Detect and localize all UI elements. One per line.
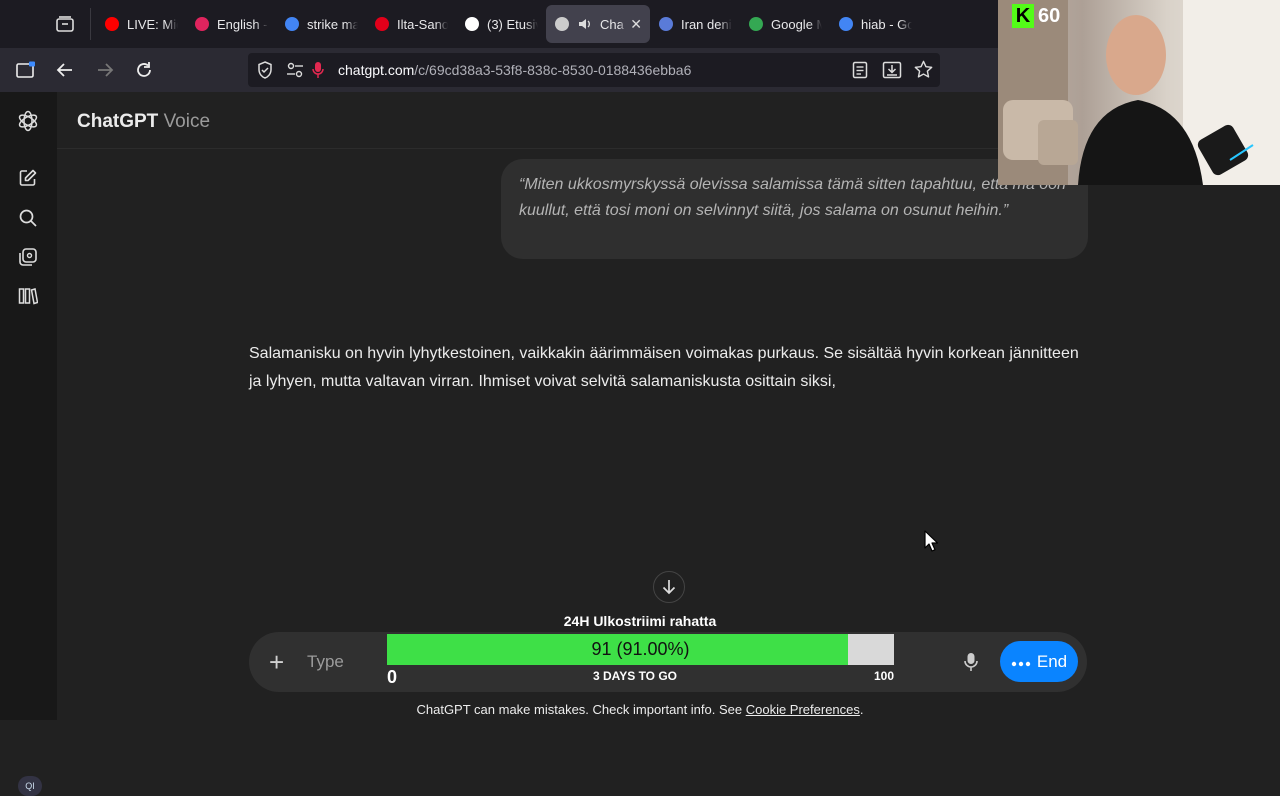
browser-nav-bar: chatgpt.com/c/69cd38a3-53f8-838c-8530-01… [0, 48, 1000, 92]
tab-8[interactable]: hiab - Go [830, 5, 920, 43]
google-icon [284, 16, 300, 32]
page-title[interactable]: ChatGPT Voice [77, 111, 210, 133]
assistant-message: Salamanisku on hyvin lyhytkestoinen, vai… [249, 345, 1079, 390]
library-books-icon[interactable] [16, 284, 40, 308]
tab-2[interactable]: strike ma [276, 5, 366, 43]
user-avatar[interactable]: QI [18, 776, 42, 796]
save-page-icon[interactable] [882, 61, 902, 84]
goal-max: 100 [873, 669, 894, 683]
openai-logo-icon[interactable] [16, 109, 40, 133]
google-icon [838, 16, 854, 32]
maps-pin-icon [748, 16, 764, 32]
kick-viewers: K 60 [1012, 4, 1060, 28]
tab-7[interactable]: Google M [740, 5, 830, 43]
app-sidebar: QI [0, 92, 57, 796]
cookie-preferences-link[interactable]: Cookie Preferences [746, 702, 860, 717]
sidebar-toggle-icon[interactable] [14, 58, 38, 82]
scroll-down-button[interactable] [653, 571, 685, 603]
tab-title: hiab - Go [861, 16, 912, 32]
app-mode: Voice [163, 111, 211, 132]
footer-text: ChatGPT can make mistakes. Check importa… [416, 702, 746, 717]
tab-title: Ilta-Sano [397, 16, 448, 32]
tab-3[interactable]: Ilta-Sano [366, 5, 456, 43]
tab-manager-icon[interactable] [52, 13, 78, 35]
shield-icon[interactable] [257, 61, 273, 84]
search-icon[interactable] [16, 206, 40, 230]
forward-button[interactable] [93, 58, 117, 82]
tab-title: Google M [771, 16, 822, 32]
url-path: /c/69cd38a3-53f8-838c-8530-0188436ebba6 [414, 62, 692, 78]
goal-title: 24H Ulkostriimi rahatta [563, 613, 717, 629]
youtube-icon [104, 16, 120, 32]
close-tab-icon[interactable]: ✕ [630, 16, 642, 33]
add-attachment-button[interactable]: + [269, 647, 284, 677]
tab-title: Cha [600, 16, 624, 32]
permissions-icon[interactable] [286, 62, 304, 83]
goal-progress-bar: 91 (91.00%) [387, 634, 894, 665]
tab-6[interactable]: Iran deni [650, 5, 740, 43]
url-host: chatgpt.com [338, 62, 415, 78]
kick-logo-icon: K [1012, 4, 1034, 28]
tab-1[interactable]: English - [186, 5, 276, 43]
dots-icon [1011, 652, 1031, 672]
tab-title: Iran deni [681, 16, 732, 32]
footer-end: . [859, 702, 864, 717]
tab-0[interactable]: LIVE: Mid [96, 5, 186, 43]
end-voice-button[interactable]: End [1000, 641, 1078, 682]
tab-title: English - [217, 16, 268, 32]
reader-view-icon[interactable] [852, 61, 868, 84]
bookmark-red-icon [194, 16, 210, 32]
news-logo-icon [658, 16, 674, 32]
message-input[interactable]: Type [307, 652, 344, 672]
bookmark-star-icon[interactable] [914, 60, 933, 84]
tab-separator [90, 8, 91, 40]
kick-count: 60 [1038, 4, 1061, 27]
app-name: ChatGPT [77, 111, 159, 132]
images-library-icon[interactable] [16, 245, 40, 269]
x-logo-icon [464, 16, 480, 32]
tab-4[interactable]: (3) Etusiv [456, 5, 546, 43]
reload-button[interactable] [132, 58, 156, 82]
header-divider [57, 148, 1000, 149]
tab-title: LIVE: Mid [127, 16, 178, 32]
disclaimer-footer: ChatGPT can make mistakes. Check importa… [0, 702, 1280, 717]
speaker-icon[interactable] [577, 16, 593, 32]
url-text[interactable]: chatgpt.com/c/69cd38a3-53f8-838c-8530-01… [338, 62, 691, 78]
mouse-cursor-icon [924, 530, 939, 557]
tab-title: (3) Etusiv [487, 16, 538, 32]
goal-countdown: 3 DAYS TO GO [592, 669, 678, 683]
openai-icon [554, 16, 570, 32]
microphone-icon[interactable] [959, 650, 983, 674]
tab-title: strike ma [307, 16, 358, 32]
url-bar[interactable]: chatgpt.com/c/69cd38a3-53f8-838c-8530-01… [248, 53, 940, 87]
goal-min: 0 [387, 667, 398, 687]
microphone-active-icon[interactable] [312, 61, 324, 84]
goal-value: 91 (91.00%) [591, 639, 690, 659]
new-chat-icon[interactable] [16, 166, 40, 190]
tab-5[interactable]: Cha ✕ [546, 5, 650, 43]
end-label: End [1036, 651, 1068, 671]
back-button[interactable] [53, 58, 77, 82]
tab-strip: LIVE: Mid English - strike ma Ilta-Sano (3) … [96, 5, 920, 43]
is-logo-icon [374, 16, 390, 32]
